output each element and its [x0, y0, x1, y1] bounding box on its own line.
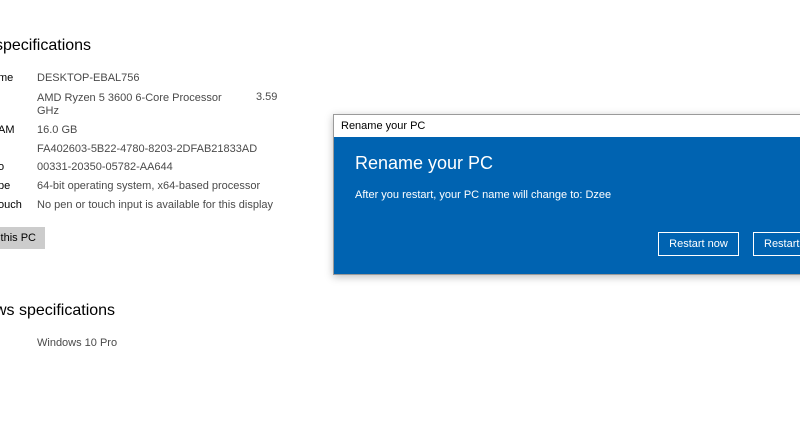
rename-this-pc-button[interactable]: this PC — [0, 227, 45, 249]
processor-speed: 3.59 — [256, 91, 278, 103]
pen-touch-value: No pen or touch input is available for t… — [37, 199, 274, 211]
ram-label: AM — [0, 124, 15, 136]
system-type-value: 64-bit operating system, x64-based proce… — [37, 180, 261, 192]
restart-now-button[interactable]: Restart now — [658, 232, 739, 256]
dialog-window-title: Rename your PC — [341, 120, 426, 132]
dialog-heading: Rename your PC — [355, 153, 494, 173]
device-specifications-heading: specifications — [0, 37, 92, 54]
edition-value: Windows 10 Pro — [37, 337, 118, 349]
device-name-value: DESKTOP-EBAL756 — [37, 72, 140, 84]
product-id-value: 00331-20350-05782-AA644 — [37, 161, 173, 173]
product-id-label: o — [0, 161, 5, 173]
device-name-label: me — [0, 72, 14, 84]
pen-touch-label: ouch — [0, 199, 22, 211]
processor-value-unit: GHz — [37, 105, 59, 117]
windows-specifications-heading: ws specifications — [0, 302, 116, 319]
dialog-body: Rename your PC After you restart, your P… — [334, 137, 800, 274]
ram-value: 16.0 GB — [37, 124, 78, 136]
restart-later-button[interactable]: Restart — [753, 232, 800, 256]
dialog-message: After you restart, your PC name will cha… — [355, 189, 612, 201]
dialog-titlebar[interactable]: Rename your PC — [334, 115, 800, 137]
system-type-label: pe — [0, 180, 11, 192]
device-id-value: FA402603-5B22-4780-8203-2DFAB21833AD — [37, 143, 258, 155]
processor-value: AMD Ryzen 5 3600 6-Core Processor — [37, 92, 222, 104]
rename-pc-dialog: Rename your PC Rename your PC After you … — [333, 114, 800, 275]
